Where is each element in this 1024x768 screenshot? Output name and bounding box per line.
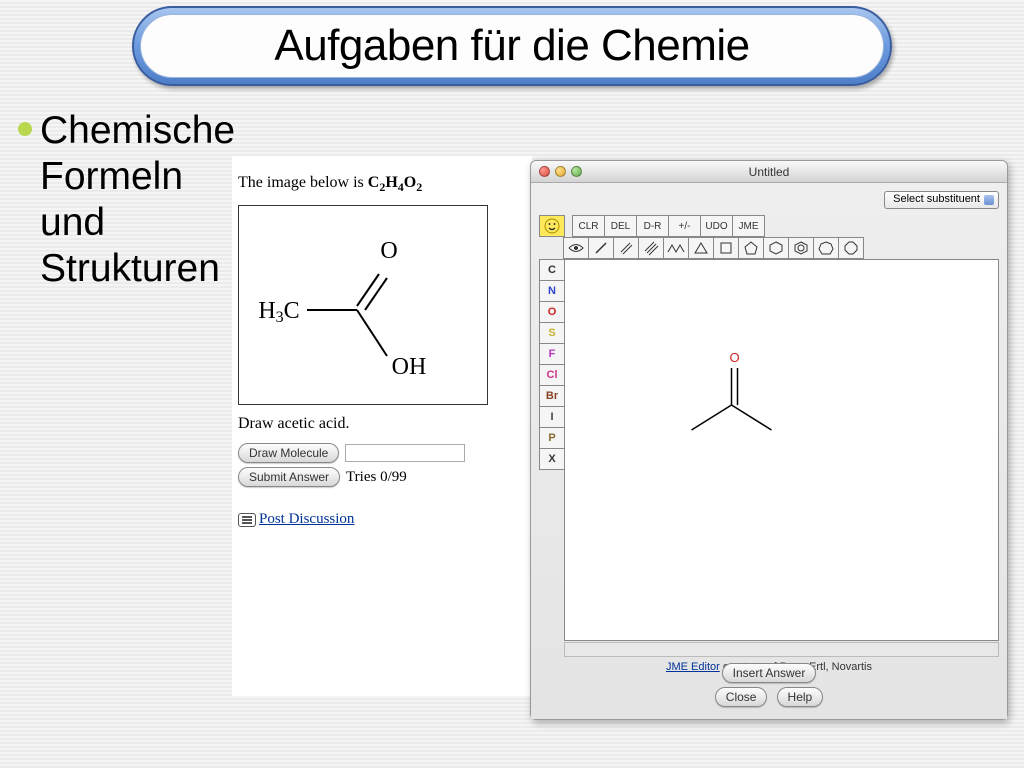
element-s[interactable]: S (539, 322, 565, 344)
ring-octagon-icon[interactable] (838, 237, 864, 259)
svg-text:H3C: H3C (258, 298, 299, 326)
select-substituent-dropdown[interactable]: Select substituent (884, 191, 999, 209)
tool-dr[interactable]: D-R (636, 215, 669, 237)
tool-jme[interactable]: JME (732, 215, 765, 237)
element-x[interactable]: X (539, 448, 565, 470)
close-button[interactable]: Close (715, 687, 768, 707)
window-title: Untitled (531, 165, 1007, 179)
element-br[interactable]: Br (539, 385, 565, 407)
editor-bottom-buttons: Insert Answer Close Help (531, 661, 1007, 709)
window-titlebar[interactable]: Untitled (531, 161, 1007, 183)
element-o[interactable]: O (539, 301, 565, 323)
element-i[interactable]: I (539, 406, 565, 428)
ring-square-icon[interactable] (713, 237, 739, 259)
element-f[interactable]: F (539, 343, 565, 365)
select-substituent-label: Select substituent (893, 193, 980, 205)
question-panel: The image below is C2H4O2 O H3C OH Draw … (232, 156, 532, 696)
editor-body: Select substituent CLR DEL D-R +/- UDO J… (531, 183, 1007, 719)
horizontal-scrollbar[interactable] (564, 642, 999, 657)
acetic-acid-structure-icon: O H3C OH (239, 206, 489, 406)
svg-text:O: O (380, 238, 397, 264)
bullet-text: Chemische Formeln und Strukturen (40, 108, 250, 292)
element-c[interactable]: C (539, 259, 565, 281)
element-n[interactable]: N (539, 280, 565, 302)
bond-triple-icon[interactable] (638, 237, 664, 259)
post-discussion-link[interactable]: Post Discussion (259, 511, 354, 528)
tool-charge[interactable]: +/- (668, 215, 701, 237)
jme-editor-window: Untitled Select substituent CLR DEL D-R … (530, 160, 1008, 720)
bullet-dot-icon (18, 122, 32, 136)
molecule-input[interactable] (345, 444, 465, 462)
element-p[interactable]: P (539, 427, 565, 449)
ring-hexagon-icon[interactable] (763, 237, 789, 259)
ring-heptagon-icon[interactable] (813, 237, 839, 259)
bond-double-icon[interactable] (613, 237, 639, 259)
top-toolbar: CLR DEL D-R +/- UDO JME (573, 215, 999, 237)
bond-chain-icon[interactable] (663, 237, 689, 259)
ring-pentagon-icon[interactable] (738, 237, 764, 259)
svg-text:OH: OH (392, 354, 427, 380)
task-text: Draw acetic acid. (238, 415, 532, 433)
tool-del[interactable]: DEL (604, 215, 637, 237)
ring-benzene-icon[interactable] (788, 237, 814, 259)
tool-udo[interactable]: UDO (700, 215, 733, 237)
element-cl[interactable]: Cl (539, 364, 565, 386)
bond-toolbar (564, 237, 864, 259)
element-palette: C N O S F Cl Br I P X (539, 237, 565, 470)
smiley-tool-icon[interactable] (539, 215, 565, 237)
help-button[interactable]: Help (777, 687, 824, 707)
bullet-item: Chemische Formeln und Strukturen (18, 108, 250, 292)
tool-clr[interactable]: CLR (572, 215, 605, 237)
svg-text:O: O (729, 350, 739, 365)
question-prefix: The image below is (238, 174, 368, 191)
slide-title: Aufgaben für die Chemie (274, 21, 749, 71)
insert-answer-button[interactable]: Insert Answer (722, 663, 817, 683)
bond-eye-icon[interactable] (563, 237, 589, 259)
submit-answer-button[interactable]: Submit Answer (238, 467, 340, 487)
bond-single-icon[interactable] (588, 237, 614, 259)
title-banner: Aufgaben für die Chemie (132, 6, 892, 86)
question-text: The image below is C2H4O2 (238, 174, 532, 195)
discussion-icon (238, 513, 256, 527)
ring-triangle-icon[interactable] (688, 237, 714, 259)
draw-molecule-button[interactable]: Draw Molecule (238, 443, 339, 463)
structure-diagram: O H3C OH (238, 205, 488, 405)
tries-counter: Tries 0/99 (346, 469, 407, 486)
drawing-canvas[interactable]: O (564, 259, 999, 641)
